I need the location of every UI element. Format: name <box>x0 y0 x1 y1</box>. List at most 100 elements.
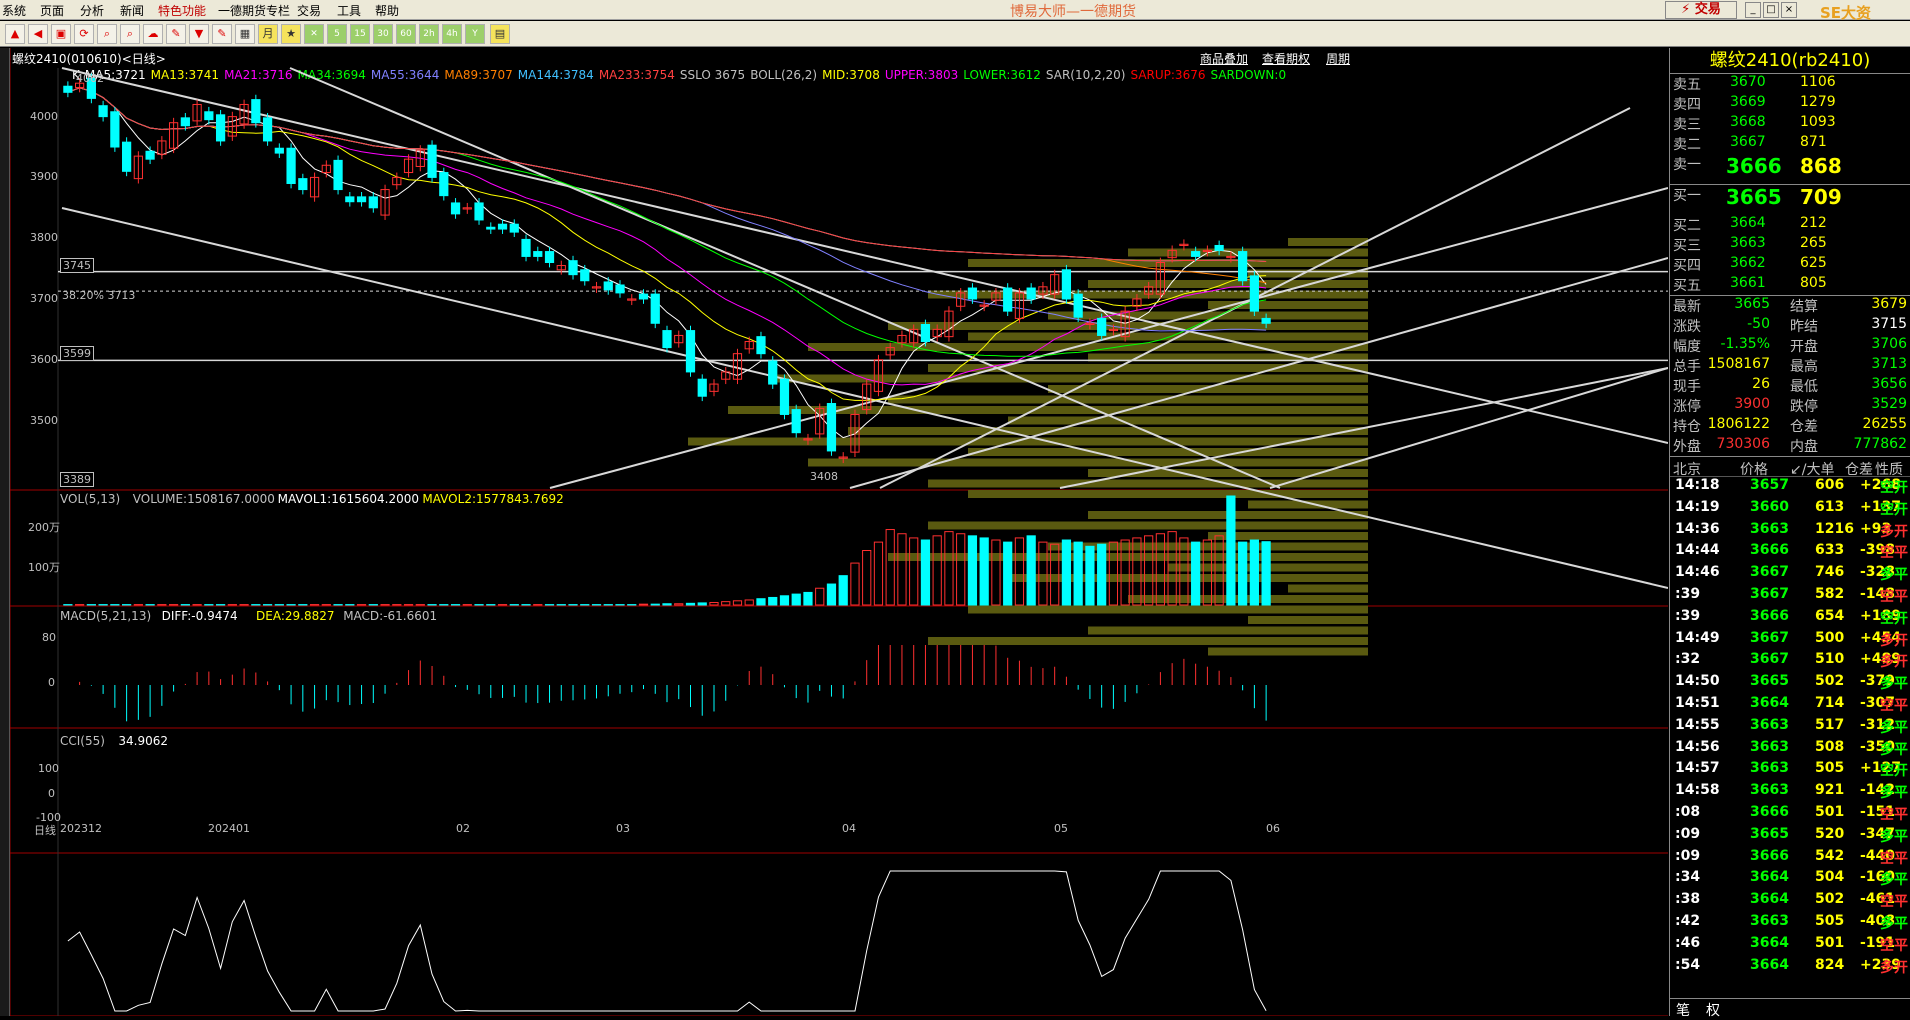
trend-line <box>62 68 1668 443</box>
indicator-value: MACD(5,21,13) <box>60 609 151 623</box>
2h-icon[interactable]: 2h <box>419 24 439 44</box>
x-icon[interactable]: ✕ <box>304 24 324 44</box>
refresh-icon[interactable]: ⟳ <box>74 24 94 44</box>
quote-row: 涨跌-50昨结3715 <box>1670 316 1910 336</box>
tick-time: :34 <box>1675 869 1700 885</box>
level-name: 卖二 <box>1673 134 1701 154</box>
volume-bar <box>1109 542 1117 605</box>
macd-tick: 0 <box>48 676 55 689</box>
folder-icon[interactable]: ▣ <box>51 24 71 44</box>
menu-item-1[interactable]: 页面 <box>40 2 64 19</box>
filter-icon[interactable]: ▼ <box>189 24 209 44</box>
volume-profile-bar <box>968 448 1368 456</box>
candle-body <box>1250 276 1258 311</box>
level-volume: 805 <box>1800 275 1827 291</box>
menu-item-3[interactable]: 新闻 <box>120 2 144 19</box>
left-sidebar[interactable] <box>0 48 10 1016</box>
pen-icon[interactable]: ✎ <box>166 24 186 44</box>
tick-header-cell: 北京 <box>1673 459 1701 479</box>
y-icon[interactable]: Y <box>465 24 485 44</box>
30min-icon[interactable]: 30 <box>373 24 393 44</box>
menu-item-4[interactable]: 特色功能 <box>158 2 206 19</box>
bottom-tab[interactable]: 笔 <box>1676 1000 1690 1020</box>
close-icon[interactable]: × <box>1781 2 1797 18</box>
tick-nature: 多开 <box>1880 957 1908 977</box>
low-label: 3408 <box>810 470 838 483</box>
volume-bar <box>945 532 953 605</box>
menu-item-2[interactable]: 分析 <box>80 2 104 19</box>
quote-panel: 螺纹2410(rb2410) 卖五36701106卖四36691279卖三366… <box>1669 48 1910 1016</box>
chart-icon[interactable]: ✎ <box>212 24 232 44</box>
menu-item-5[interactable]: 一德期货专栏 <box>218 2 290 19</box>
price-chart[interactable] <box>10 48 1668 1016</box>
menu-item-0[interactable]: 系统 <box>2 2 26 19</box>
quote-label: 最新 <box>1673 296 1701 316</box>
4h-icon[interactable]: 4h <box>442 24 462 44</box>
volume-profile-bar <box>1208 648 1368 656</box>
level-price: 3664 <box>1730 215 1766 231</box>
indicator-value: DIFF:-0.9474 <box>162 609 238 623</box>
maximize-icon[interactable]: □ <box>1763 2 1779 18</box>
level-name: 买一 <box>1673 185 1701 205</box>
tick-time: :09 <box>1675 848 1700 864</box>
volume-bar <box>1004 542 1012 605</box>
tick-header-cell: 性质 <box>1875 459 1903 479</box>
candle-body <box>181 118 189 126</box>
quote-value: 3656 <box>1871 376 1907 392</box>
price-tick: 3500 <box>30 414 58 427</box>
candle-body <box>827 404 835 451</box>
level-name: 买五 <box>1673 275 1701 295</box>
tick-nature: 多平 <box>1880 913 1908 933</box>
5min-icon[interactable]: 5 <box>327 24 347 44</box>
bottom-tab[interactable]: 权 <box>1706 1000 1720 1020</box>
volume-bar <box>1227 496 1235 605</box>
volume-bar <box>1027 536 1035 605</box>
back-icon[interactable]: ◀ <box>28 24 48 44</box>
tick-row: :393666654+189空开 <box>1670 608 1910 630</box>
candle-body <box>921 324 929 341</box>
volume-bar <box>651 604 659 605</box>
tick-nature: 多开 <box>1880 651 1908 671</box>
quote-value: 3706 <box>1871 336 1907 352</box>
tick-header: 北京价格↙/大单仓差性质 <box>1670 457 1910 477</box>
order-level: 买三3663265 <box>1670 235 1910 255</box>
minimize-icon[interactable]: _ <box>1745 2 1761 18</box>
60min-icon[interactable]: 60 <box>396 24 416 44</box>
volume-bar <box>968 536 976 605</box>
order-level: 买四3662625 <box>1670 255 1910 275</box>
menu-item-6[interactable]: 交易 <box>297 2 321 19</box>
candle-body <box>357 197 365 202</box>
home-icon[interactable]: ▲ <box>5 24 25 44</box>
cloud-icon[interactable]: ☁ <box>143 24 163 44</box>
candle-body <box>346 197 354 202</box>
volume-bar <box>686 603 694 605</box>
volume-bar <box>639 604 647 605</box>
level-volume: 625 <box>1800 255 1827 271</box>
candle-body <box>534 252 542 257</box>
quote-label: 仓差 <box>1790 416 1818 436</box>
trade-button[interactable]: ⚡ 交易 <box>1665 1 1737 19</box>
volume-profile-bar <box>848 427 1368 435</box>
quote-value: 3713 <box>1871 356 1907 372</box>
tick-time: :54 <box>1675 957 1700 973</box>
tick-price: 3667 <box>1750 651 1789 667</box>
menu-item-7[interactable]: 工具 <box>337 2 361 19</box>
search-icon[interactable]: ⌕ <box>120 24 140 44</box>
volume-bar <box>957 534 965 605</box>
volume-bar <box>710 602 718 605</box>
15min-icon[interactable]: 15 <box>350 24 370 44</box>
tick-time: :39 <box>1675 608 1700 624</box>
list-icon[interactable]: ▤ <box>490 24 510 44</box>
star-icon[interactable]: ★ <box>281 24 301 44</box>
tick-header-cell: 仓差 <box>1845 459 1873 479</box>
tick-nature: 多平 <box>1880 673 1908 693</box>
tick-time: 14:51 <box>1675 695 1720 711</box>
volume-bar <box>1250 540 1258 605</box>
zoom-icon[interactable]: ⌕ <box>97 24 117 44</box>
calendar-icon[interactable]: 月 <box>258 24 278 44</box>
table-icon[interactable]: ▦ <box>235 24 255 44</box>
menu-item-8[interactable]: 帮助 <box>375 2 399 19</box>
quote-label: 内盘 <box>1790 436 1818 456</box>
candle-body <box>440 173 448 196</box>
candle-body <box>64 86 72 92</box>
